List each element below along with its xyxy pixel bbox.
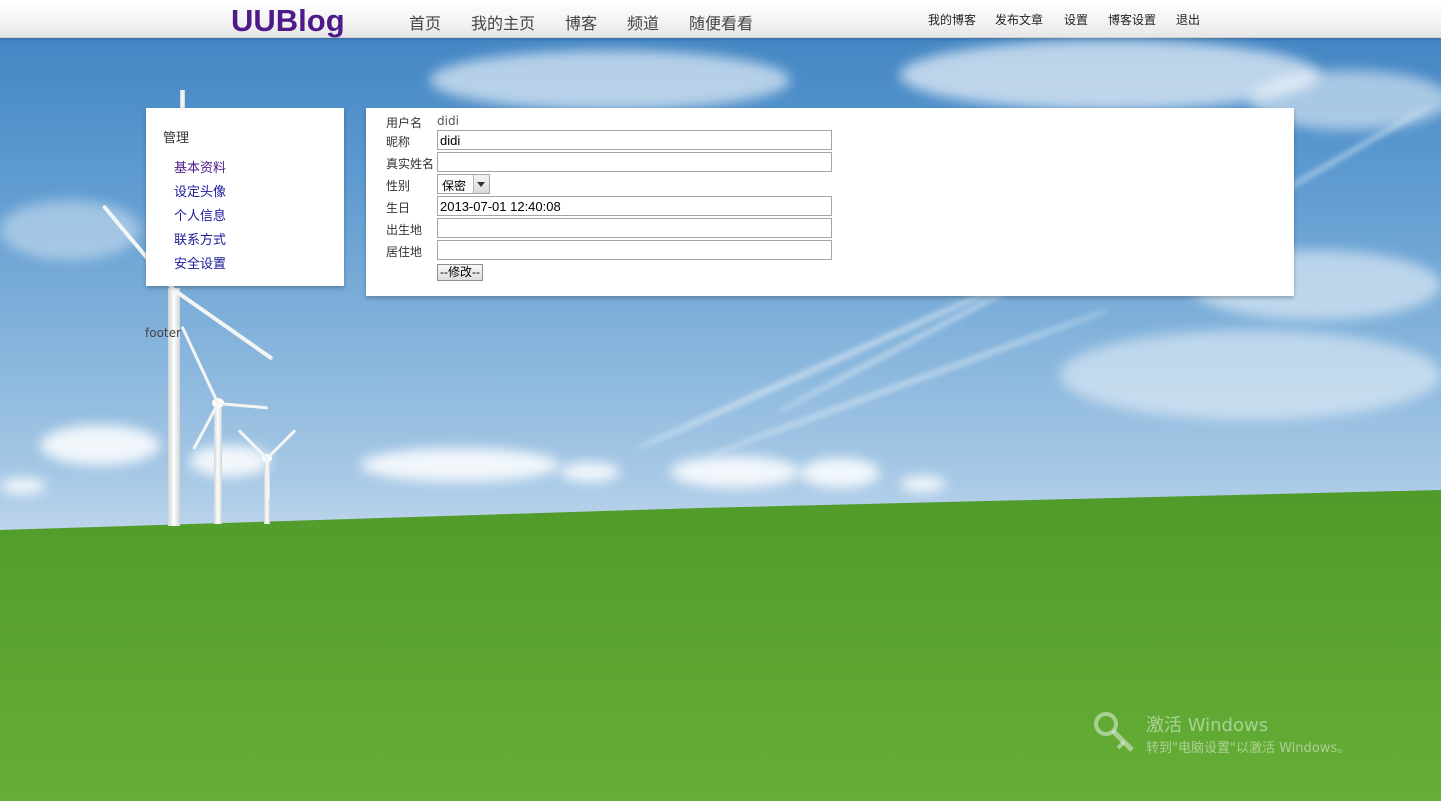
birthday-input[interactable] <box>437 196 832 216</box>
gender-label: 性别 <box>386 179 411 193</box>
nickname-input[interactable] <box>437 130 832 150</box>
user-nav-logout[interactable]: 退出 <box>1176 11 1200 28</box>
chevron-down-icon[interactable] <box>473 175 489 193</box>
settings-sidebar: 管理 基本资料 设定头像 个人信息 联系方式 安全设置 <box>146 108 344 286</box>
site-logo[interactable]: UUBlog <box>231 3 345 39</box>
sidebar-menu: 基本资料 设定头像 个人信息 联系方式 安全设置 <box>174 157 226 277</box>
user-nav-publish-article[interactable]: 发布文章 <box>995 11 1043 28</box>
sidebar-item-contact[interactable]: 联系方式 <box>174 233 226 248</box>
sidebar-item-basic-info[interactable]: 基本资料 <box>174 161 226 176</box>
nav-channel[interactable]: 频道 <box>627 10 659 34</box>
sidebar-item-personal-info[interactable]: 个人信息 <box>174 209 226 224</box>
username-label: 用户名 <box>386 116 423 130</box>
residence-label: 居住地 <box>386 245 423 259</box>
nav-browse[interactable]: 随便看看 <box>689 10 753 34</box>
nav-blog[interactable]: 博客 <box>565 10 597 34</box>
profile-form: 用户名 didi 昵称 真实姓名 性别 保密 生日 出生地 居住地 --修改-- <box>366 108 1294 296</box>
user-nav-my-blog[interactable]: 我的博客 <box>928 11 976 28</box>
gender-selected-value: 保密 <box>442 179 467 193</box>
gender-select[interactable]: 保密 <box>437 174 490 194</box>
realname-input[interactable] <box>437 152 832 172</box>
birthplace-label: 出生地 <box>386 223 423 237</box>
watermark-subtitle: 转到"电脑设置"以激活 Windows。 <box>1146 741 1351 756</box>
watermark-title: 激活 Windows <box>1146 715 1269 736</box>
birthplace-input[interactable] <box>437 218 832 238</box>
nickname-label: 昵称 <box>386 135 411 149</box>
wind-turbine <box>168 288 180 526</box>
birthday-label: 生日 <box>386 201 411 215</box>
user-nav-settings[interactable]: 设置 <box>1064 11 1088 28</box>
residence-input[interactable] <box>437 240 832 260</box>
realname-label: 真实姓名 <box>386 157 435 171</box>
nav-my-home[interactable]: 我的主页 <box>471 10 535 34</box>
sidebar-item-avatar[interactable]: 设定头像 <box>174 185 226 200</box>
nav-home[interactable]: 首页 <box>409 10 441 34</box>
footer: footer <box>145 326 181 340</box>
key-icon <box>1094 712 1134 752</box>
username-value: didi <box>437 114 459 128</box>
user-nav-blog-settings[interactable]: 博客设置 <box>1108 11 1156 28</box>
submit-button[interactable]: --修改-- <box>437 264 483 281</box>
sidebar-title: 管理 <box>163 131 190 146</box>
top-navigation-bar: UUBlog 首页 我的主页 博客 频道 随便看看 我的博客 发布文章 设置 博… <box>0 0 1441 38</box>
sidebar-item-security[interactable]: 安全设置 <box>174 257 226 272</box>
